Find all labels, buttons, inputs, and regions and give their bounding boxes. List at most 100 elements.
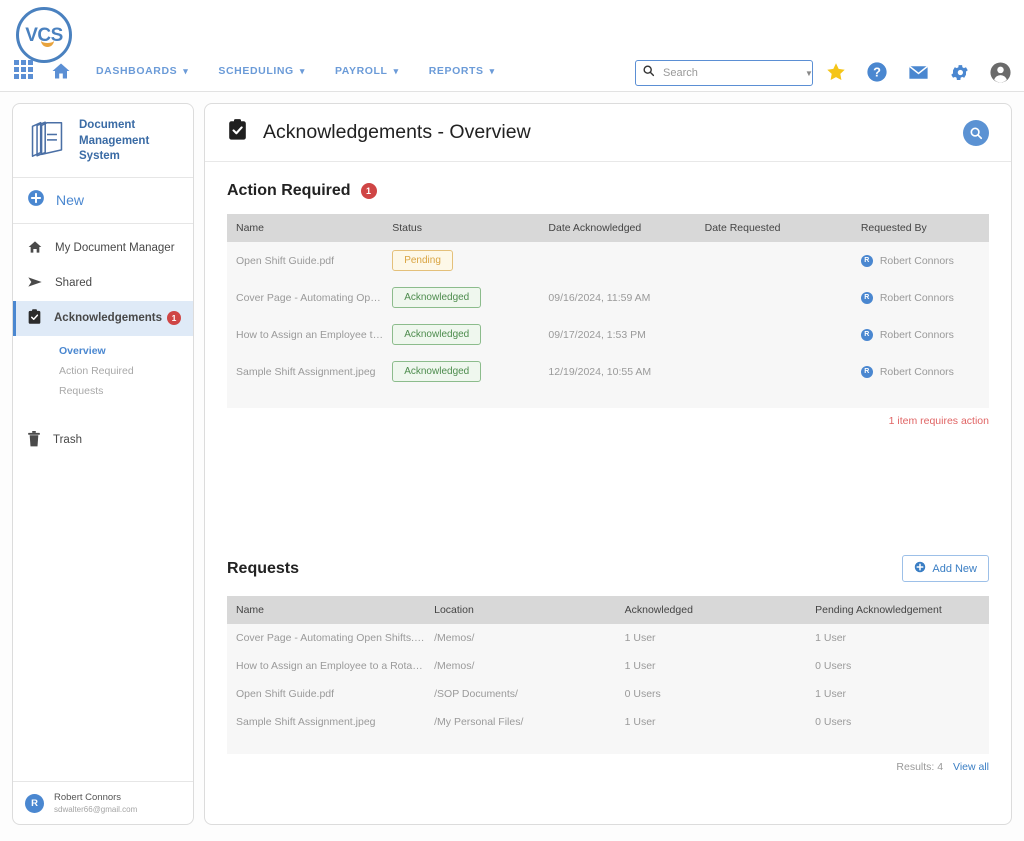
search-input[interactable] [663, 67, 805, 79]
column-header-requested-by[interactable]: Requested By [852, 214, 989, 242]
requests-footer: Results: 4 View all [227, 754, 989, 773]
settings-gear-icon[interactable] [947, 59, 971, 85]
chevron-down-icon: ▾ [300, 66, 305, 77]
column-header-name[interactable]: Name [227, 596, 425, 624]
requested-by-wrap: R Robert Connors [861, 329, 989, 341]
vcs-logo[interactable]: VCS [16, 7, 72, 63]
sidebar-user-email: sdwalter66@gmail.com [54, 805, 137, 814]
cell-requested-by: R Robert Connors [852, 316, 989, 353]
cell-location: /Memos/ [425, 624, 616, 652]
cell-pending: 1 User [806, 680, 989, 708]
section-title: Requests [227, 560, 299, 578]
clipboard-check-icon [27, 309, 42, 328]
column-header-location[interactable]: Location [425, 596, 616, 624]
requested-by-wrap: R Robert Connors [861, 292, 989, 304]
cell-name: How to Assign an Employee to... [227, 316, 383, 353]
nav-item-label: SCHEDULING [218, 65, 293, 77]
help-icon[interactable]: ? [865, 59, 889, 85]
cell-acknowledged: 1 User [616, 708, 807, 736]
nav-item-dashboards[interactable]: DASHBOARDS ▾ [96, 65, 188, 77]
requests-title-row: Requests Add New [227, 555, 989, 582]
main-panel: Acknowledgements - Overview Action Requi… [204, 103, 1012, 825]
table-row[interactable]: Sample Shift Assignment.jpeg /My Persona… [227, 708, 989, 736]
cell-acknowledged: 1 User [616, 624, 807, 652]
column-header-status[interactable]: Status [383, 214, 539, 242]
cell-acknowledged: 0 Users [616, 680, 807, 708]
app-page: VCS DASHBOARDS ▾ SCHEDULING ▾ [0, 0, 1024, 841]
dms-title: Document Management System [79, 118, 149, 165]
view-all-link[interactable]: View all [953, 761, 989, 773]
table-row[interactable]: Sample Shift Assignment.jpeg Acknowledge… [227, 353, 989, 390]
sidebar-item-acknowledgements[interactable]: Acknowledgements 1 [13, 301, 193, 336]
top-bar: VCS DASHBOARDS ▾ SCHEDULING ▾ [0, 0, 1024, 92]
add-new-button[interactable]: Add New [902, 555, 989, 582]
column-header-date-acknowledged[interactable]: Date Acknowledged [539, 214, 695, 242]
chevron-down-icon: ▾ [394, 66, 399, 77]
sidebar-sublist: Overview Action Required Requests [13, 336, 193, 401]
logo-circle: VCS [16, 7, 72, 63]
table-header: Name Location Acknowledged Pending Ackno… [227, 596, 989, 624]
nav-item-payroll[interactable]: PAYROLL ▾ [335, 65, 399, 77]
account-icon[interactable] [988, 59, 1012, 85]
requested-by-wrap: R Robert Connors [861, 255, 989, 267]
cell-name: Cover Page - Automating Open Shifts.p... [227, 624, 425, 652]
plus-circle-icon [914, 561, 926, 576]
cell-location: /My Personal Files/ [425, 708, 616, 736]
clipboard-check-icon [227, 118, 248, 147]
cell-requested-by: R Robert Connors [852, 279, 989, 316]
sidebar-subitem-action-required[interactable]: Action Required [59, 361, 193, 381]
nav-item-reports[interactable]: REPORTS ▾ [429, 65, 495, 77]
table-row[interactable]: How to Assign an Employee to... Acknowle… [227, 316, 989, 353]
column-header-name[interactable]: Name [227, 214, 383, 242]
cell-pending: 0 Users [806, 708, 989, 736]
table-row[interactable]: Open Shift Guide.pdf /SOP Documents/ 0 U… [227, 680, 989, 708]
table-row[interactable]: Open Shift Guide.pdf Pending R Robert Co… [227, 242, 989, 279]
requested-by-name: Robert Connors [880, 366, 954, 378]
share-icon [27, 274, 43, 293]
svg-text:?: ? [873, 65, 881, 80]
sidebar-subitem-overview[interactable]: Overview [59, 341, 193, 361]
global-search[interactable]: ▼ [635, 60, 813, 86]
action-required-note: 1 item requires action [889, 415, 989, 427]
status-badge: Acknowledged [392, 287, 481, 308]
chevron-down-icon[interactable]: ▼ [805, 69, 813, 78]
sidebar-item-my-document-manager[interactable]: My Document Manager [13, 231, 193, 266]
avatar: R [861, 255, 873, 267]
page-title: Acknowledgements - Overview [263, 121, 531, 144]
requested-by-name: Robert Connors [880, 292, 954, 304]
cell-requested-by: R Robert Connors [852, 353, 989, 390]
sidebar-user-name: Robert Connors [54, 792, 137, 803]
panel-search-button[interactable] [963, 120, 989, 146]
column-header-acknowledged[interactable]: Acknowledged [616, 596, 807, 624]
table-header: Name Status Date Acknowledged Date Reque… [227, 214, 989, 242]
favorites-star-icon[interactable] [824, 59, 848, 85]
requests-section: Requests Add New Name Location [205, 555, 1011, 773]
messages-icon[interactable] [906, 59, 930, 85]
column-header-pending-acknowledgement[interactable]: Pending Acknowledgement [806, 596, 989, 624]
apps-grid-icon[interactable] [14, 60, 36, 82]
cell-location: /SOP Documents/ [425, 680, 616, 708]
logo-arc-icon [41, 40, 54, 47]
cell-name: Cover Page - Automating Ope... [227, 279, 383, 316]
home-icon[interactable] [49, 59, 73, 88]
requests-table-body: Cover Page - Automating Open Shifts.p...… [227, 624, 989, 736]
table-row[interactable]: How to Assign an Employee to a Rotati...… [227, 652, 989, 680]
sidebar-item-trash[interactable]: Trash [13, 423, 193, 458]
status-badge: Pending [392, 250, 453, 271]
table-row[interactable]: Cover Page - Automating Ope... Acknowled… [227, 279, 989, 316]
nav-item-label: DASHBOARDS [96, 65, 177, 77]
table-row[interactable]: Cover Page - Automating Open Shifts.p...… [227, 624, 989, 652]
sidebar-subitem-requests[interactable]: Requests [59, 381, 193, 401]
cell-date-requested [696, 279, 852, 316]
column-header-date-requested[interactable]: Date Requested [696, 214, 852, 242]
plus-circle-icon [27, 189, 45, 212]
cell-status: Acknowledged [383, 353, 539, 390]
cell-date-requested [696, 242, 852, 279]
nav-item-scheduling[interactable]: SCHEDULING ▾ [218, 65, 305, 77]
cell-date-acknowledged [539, 242, 695, 279]
sidebar-user-box[interactable]: R Robert Connors sdwalter66@gmail.com [13, 781, 193, 824]
sidebar-item-label: My Document Manager [55, 242, 175, 254]
table-header-row: Name Location Acknowledged Pending Ackno… [227, 596, 989, 624]
sidebar-item-shared[interactable]: Shared [13, 266, 193, 301]
new-button[interactable]: New [13, 178, 193, 224]
